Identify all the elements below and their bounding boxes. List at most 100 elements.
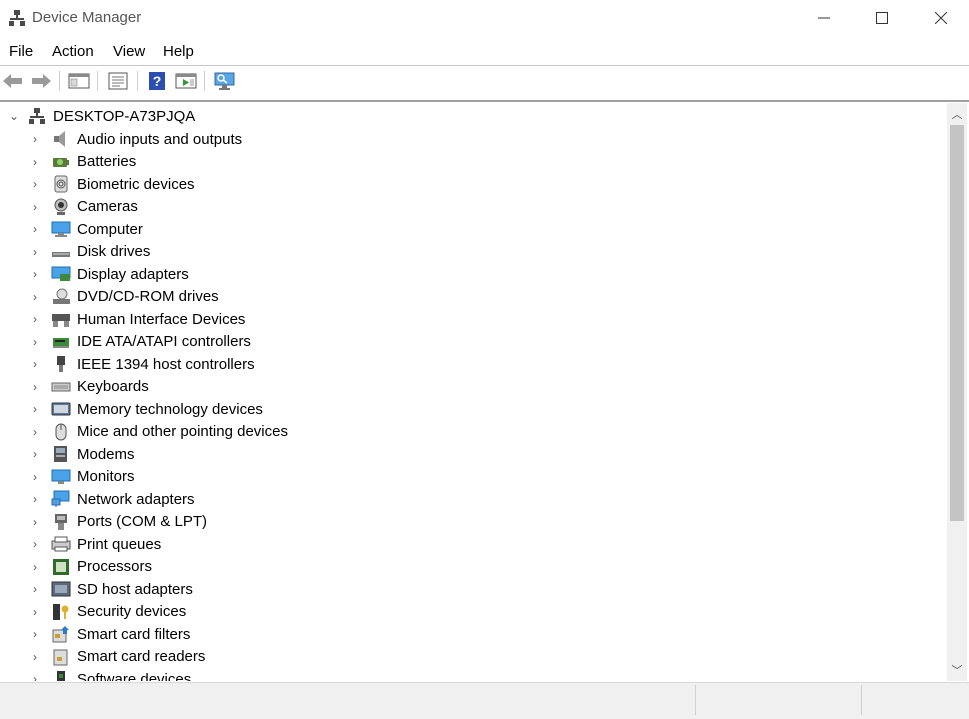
tree-root-label: DESKTOP-A73PJQA	[53, 107, 196, 125]
dvd-drive-icon	[53, 288, 70, 304]
tree-root[interactable]: ⌄ DESKTOP-A73PJQA	[8, 105, 195, 127]
close-button[interactable]	[918, 0, 964, 36]
chevron-up-icon: ︿	[951, 109, 963, 121]
toolbar-separator	[59, 71, 60, 91]
tree-item[interactable]: › Biometric devices	[33, 173, 195, 195]
tree-item[interactable]: › Disk drives	[33, 241, 150, 263]
chevron-right-icon[interactable]: ›	[29, 173, 41, 195]
run-action-button[interactable]	[174, 69, 198, 93]
menu-bar: File Action View Help	[0, 40, 969, 64]
status-divider	[861, 685, 862, 715]
tree-item[interactable]: › Keyboards	[33, 376, 149, 398]
tree-item[interactable]: › Security devices	[33, 601, 186, 623]
tree-item[interactable]: › Print queues	[33, 533, 161, 555]
chevron-right-icon[interactable]: ›	[29, 263, 41, 285]
properties-icon	[108, 72, 128, 90]
tree-item-label: Audio inputs and outputs	[77, 130, 243, 148]
scroll-down-button[interactable]: ﹀	[947, 661, 967, 679]
tree-item[interactable]: › Processors	[33, 556, 152, 578]
show-hide-console-tree-button[interactable]	[67, 69, 91, 93]
scroll-up-button[interactable]: ︿	[947, 105, 967, 123]
chevron-right-icon[interactable]: ›	[29, 128, 41, 150]
chevron-right-icon[interactable]: ›	[29, 578, 41, 600]
chevron-right-icon[interactable]: ›	[29, 623, 41, 645]
chevron-right-icon[interactable]: ›	[29, 151, 41, 173]
tree-item[interactable]: › IEEE 1394 host controllers	[33, 353, 255, 375]
minimize-button[interactable]	[801, 0, 847, 36]
tree-item-label: Human Interface Devices	[77, 310, 246, 328]
chevron-right-icon[interactable]: ›	[29, 331, 41, 353]
scrollbar-thumb[interactable]	[950, 125, 964, 521]
tree-item[interactable]: › Modems	[33, 443, 135, 465]
printer-icon	[51, 536, 71, 552]
tree-item[interactable]: › Human Interface Devices	[33, 308, 246, 330]
chevron-right-icon[interactable]: ›	[29, 353, 41, 375]
help-icon: ?	[149, 72, 165, 90]
back-button[interactable]	[1, 69, 25, 93]
modem-icon	[54, 446, 67, 462]
chevron-right-icon[interactable]: ›	[29, 443, 41, 465]
chevron-right-icon[interactable]: ›	[29, 398, 41, 420]
tree-item[interactable]: › Mice and other pointing devices	[33, 421, 288, 443]
chevron-right-icon[interactable]: ›	[29, 286, 41, 308]
chevron-right-icon[interactable]: ›	[29, 533, 41, 555]
chevron-right-icon[interactable]: ›	[29, 668, 41, 681]
chevron-right-icon[interactable]: ›	[29, 376, 41, 398]
tree-item[interactable]: › Ports (COM & LPT)	[33, 511, 207, 533]
maximize-button[interactable]	[859, 0, 905, 36]
mouse-icon	[55, 423, 67, 440]
toolbar-separator	[204, 71, 205, 91]
tree-item[interactable]: › Smart card filters	[33, 623, 191, 645]
software-device-icon	[57, 671, 65, 681]
scan-hardware-changes-icon	[214, 72, 235, 90]
chevron-right-icon[interactable]: ›	[29, 218, 41, 240]
menu-file[interactable]: File	[9, 43, 33, 60]
vertical-scrollbar[interactable]: ︿ ﹀	[947, 103, 967, 681]
chevron-right-icon[interactable]: ›	[29, 466, 41, 488]
chevron-right-icon[interactable]: ›	[29, 421, 41, 443]
chevron-down-icon[interactable]: ⌄	[8, 109, 20, 123]
ieee1394-icon	[57, 356, 65, 372]
tree-item[interactable]: › Cameras	[33, 196, 138, 218]
forward-button[interactable]	[29, 69, 53, 93]
chevron-right-icon[interactable]: ›	[29, 556, 41, 578]
tree-item[interactable]: › Display adapters	[33, 263, 189, 285]
properties-button[interactable]	[106, 69, 130, 93]
svg-text:?: ?	[153, 73, 162, 89]
chevron-right-icon[interactable]: ›	[29, 511, 41, 533]
chevron-right-icon[interactable]: ›	[29, 488, 41, 510]
scan-hardware-changes-button[interactable]	[213, 69, 237, 93]
speaker-icon	[54, 131, 65, 147]
tree-item[interactable]: › Smart card readers	[33, 646, 205, 668]
processor-icon	[53, 558, 69, 575]
tree-item[interactable]: › DVD/CD-ROM drives	[33, 286, 219, 308]
tree-item[interactable]: › Audio inputs and outputs	[33, 128, 243, 150]
menu-view[interactable]: View	[113, 43, 145, 60]
tree-item[interactable]: › Batteries	[33, 151, 136, 173]
menu-action[interactable]: Action	[52, 43, 94, 60]
tree-item[interactable]: › SD host adapters	[33, 578, 193, 600]
network-adapter-icon	[51, 490, 70, 507]
chevron-right-icon[interactable]: ›	[29, 646, 41, 668]
help-button[interactable]: ?	[145, 69, 169, 93]
chevron-right-icon[interactable]: ›	[29, 241, 41, 263]
computer-network-icon	[29, 108, 45, 124]
port-icon	[55, 513, 67, 530]
tree-item-label: Smart card filters	[77, 625, 191, 643]
tree-item[interactable]: › IDE ATA/ATAPI controllers	[33, 331, 251, 353]
tree-item[interactable]: › Computer	[33, 218, 143, 240]
smart-card-filter-icon	[52, 626, 69, 643]
menu-help[interactable]: Help	[163, 43, 194, 60]
chevron-right-icon[interactable]: ›	[29, 601, 41, 623]
tree-item[interactable]: › Software devices	[33, 668, 191, 681]
tree-item-label: Monitors	[77, 468, 135, 485]
show-hide-console-tree-icon	[68, 73, 90, 89]
tree-item[interactable]: › Monitors	[33, 466, 135, 488]
ide-controller-icon	[53, 337, 69, 348]
chevron-right-icon[interactable]: ›	[29, 308, 41, 330]
chevron-right-icon[interactable]: ›	[29, 196, 41, 218]
tree-item[interactable]: › Memory technology devices	[33, 398, 263, 420]
tree-item-label: Biometric devices	[77, 175, 195, 193]
tree-item[interactable]: › Network adapters	[33, 488, 195, 510]
back-arrow-icon	[3, 74, 22, 88]
